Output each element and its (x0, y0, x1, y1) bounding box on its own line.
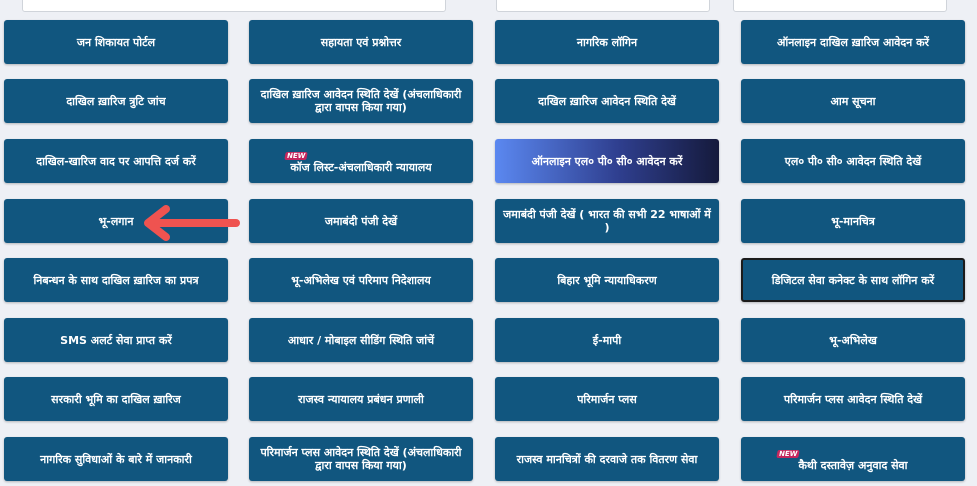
service-button-r4-c4[interactable]: भू-मानचित्र (741, 199, 965, 243)
service-button-label: डिजिटल सेवा कनेक्ट के साथ लॉगिन करें (771, 273, 935, 287)
service-button-label: राजस्व मानचित्रों की दरवाजे तक वितरण सेव… (516, 452, 698, 466)
new-badge-text: NEW (776, 450, 801, 458)
service-button-label: जमाबंदी पंजी देखें ( भारत की सभी 22 भाषा… (503, 208, 711, 234)
service-button-r3-c2[interactable]: NEW कॉज लिस्ट-अंचलाधिकारी न्यायालय (249, 139, 473, 183)
service-button-label: सरकारी भूमि का दाखिल ख़ारिज (51, 392, 181, 406)
service-button-label: परिमार्जन प्लस आवेदन स्थिति देखें (783, 392, 923, 406)
service-button-r6-c1[interactable]: SMS अलर्ट सेवा प्राप्त करें (4, 318, 228, 362)
service-button-r4-c3[interactable]: जमाबंदी पंजी देखें ( भारत की सभी 22 भाषा… (495, 199, 719, 243)
service-button-r8-c3[interactable]: राजस्व मानचित्रों की दरवाजे तक वितरण सेव… (495, 437, 719, 481)
service-button-label: नागरिक सुविधाओं के बारे में जानकारी (40, 452, 192, 466)
service-button-label: ऑनलाइन एल० पी० सी० आवेदन करें (531, 154, 683, 168)
top-box-1 (22, 0, 446, 12)
service-button-r6-c2[interactable]: आधार / मोबाइल सीडिंग स्थिति जांचें (249, 318, 473, 362)
service-button-label: दाखिल ख़ारिज आवेदन स्थिति देखें (538, 94, 676, 108)
service-button-label: दाखिल-खारिज वाद पर आपत्ति दर्ज करें (36, 154, 196, 168)
service-button-label: भू-अभिलेख एवं परिमाप निदेशालय (291, 273, 431, 287)
red-arrow-pointer (144, 205, 240, 241)
service-button-label: SMS अलर्ट सेवा प्राप्त करें (60, 333, 172, 347)
top-box-3 (733, 0, 947, 12)
service-button-r7-c1[interactable]: सरकारी भूमि का दाखिल ख़ारिज (4, 377, 228, 421)
service-button-r2-c2[interactable]: दाखिल ख़ारिज आवेदन स्थिति देखें (अंचलाधि… (249, 79, 473, 123)
new-badge-icon: NEW (255, 148, 467, 161)
service-button-label: कॉज लिस्ट-अंचलाधिकारी न्यायालय (290, 161, 432, 174)
service-button-label: ई-मापी (592, 333, 622, 347)
service-button-label: कैथी दस्तावेज़ अनुवाद सेवा (798, 459, 908, 472)
service-button-r4-c2[interactable]: जमाबंदी पंजी देखें (249, 199, 473, 243)
service-button-r7-c4[interactable]: परिमार्जन प्लस आवेदन स्थिति देखें (741, 377, 965, 421)
service-button-label: आम सूचना (830, 94, 876, 108)
service-button-r5-c2[interactable]: भू-अभिलेख एवं परिमाप निदेशालय (249, 258, 473, 302)
service-button-label: जमाबंदी पंजी देखें (324, 214, 398, 228)
new-badge-text: NEW (284, 152, 309, 160)
service-button-r5-c4[interactable]: डिजिटल सेवा कनेक्ट के साथ लॉगिन करें (741, 258, 965, 302)
service-button-label: सहायता एवं प्रश्नोत्तर (320, 35, 402, 49)
service-button-r8-c1[interactable]: नागरिक सुविधाओं के बारे में जानकारी (4, 437, 228, 481)
service-button-label: दाखिल ख़ारिज त्रुटि जांच (66, 94, 166, 108)
service-button-r6-c3[interactable]: ई-मापी (495, 318, 719, 362)
service-button-r1-c1[interactable]: जन शिकायत पोर्टल (4, 20, 228, 64)
service-button-label: भू-मानचित्र (831, 214, 875, 228)
service-button-label: बिहार भूमि न्यायाधिकरण (557, 273, 657, 287)
service-button-r2-c4[interactable]: आम सूचना (741, 79, 965, 123)
service-button-r3-c3[interactable]: ऑनलाइन एल० पी० सी० आवेदन करें (495, 139, 719, 183)
service-button-r6-c4[interactable]: भू-अभिलेख (741, 318, 965, 362)
service-button-r3-c1[interactable]: दाखिल-खारिज वाद पर आपत्ति दर्ज करें (4, 139, 228, 183)
service-button-label: भू-अभिलेख (829, 333, 877, 347)
service-button-r8-c2[interactable]: परिमार्जन प्लस आवेदन स्थिति देखें (अंचला… (249, 437, 473, 481)
service-button-r7-c2[interactable]: राजस्व न्यायालय प्रबंधन प्रणाली (249, 377, 473, 421)
service-button-label: ऑनलाइन दाखिल ख़ारिज आवेदन करें (776, 35, 930, 49)
service-button-label: दाखिल ख़ारिज आवेदन स्थिति देखें (अंचलाधि… (260, 88, 462, 114)
service-button-r8-c4[interactable]: NEW कैथी दस्तावेज़ अनुवाद सेवा (741, 437, 965, 481)
top-box-2 (496, 0, 710, 12)
service-button-label: परिमार्जन प्लस आवेदन स्थिति देखें (अंचला… (260, 446, 462, 472)
service-button-label: भू-लगान (98, 214, 134, 228)
service-button-r1-c3[interactable]: नागरिक लॉगिन (495, 20, 719, 64)
service-button-label: राजस्व न्यायालय प्रबंधन प्रणाली (298, 392, 424, 406)
service-button-label: आधार / मोबाइल सीडिंग स्थिति जांचें (287, 333, 435, 347)
service-button-label: एल० पी० सी० आवेदन स्थिति देखें (784, 154, 922, 168)
service-button-r2-c3[interactable]: दाखिल ख़ारिज आवेदन स्थिति देखें (495, 79, 719, 123)
new-badge-icon: NEW (747, 446, 959, 459)
service-button-r7-c3[interactable]: परिमार्जन प्लस (495, 377, 719, 421)
service-button-r5-c1[interactable]: निबन्धन के साथ दाखिल ख़ारिज का प्रपत्र (4, 258, 228, 302)
service-button-r1-c2[interactable]: सहायता एवं प्रश्नोत्तर (249, 20, 473, 64)
service-button-label: निबन्धन के साथ दाखिल ख़ारिज का प्रपत्र (33, 273, 199, 287)
service-button-label: जन शिकायत पोर्टल (76, 35, 156, 49)
service-button-label: परिमार्जन प्लस (577, 392, 637, 406)
service-button-label: नागरिक लॉगिन (576, 35, 638, 49)
service-button-r5-c3[interactable]: बिहार भूमि न्यायाधिकरण (495, 258, 719, 302)
service-button-r2-c1[interactable]: दाखिल ख़ारिज त्रुटि जांच (4, 79, 228, 123)
service-button-r1-c4[interactable]: ऑनलाइन दाखिल ख़ारिज आवेदन करें (741, 20, 965, 64)
service-button-r3-c4[interactable]: एल० पी० सी० आवेदन स्थिति देखें (741, 139, 965, 183)
